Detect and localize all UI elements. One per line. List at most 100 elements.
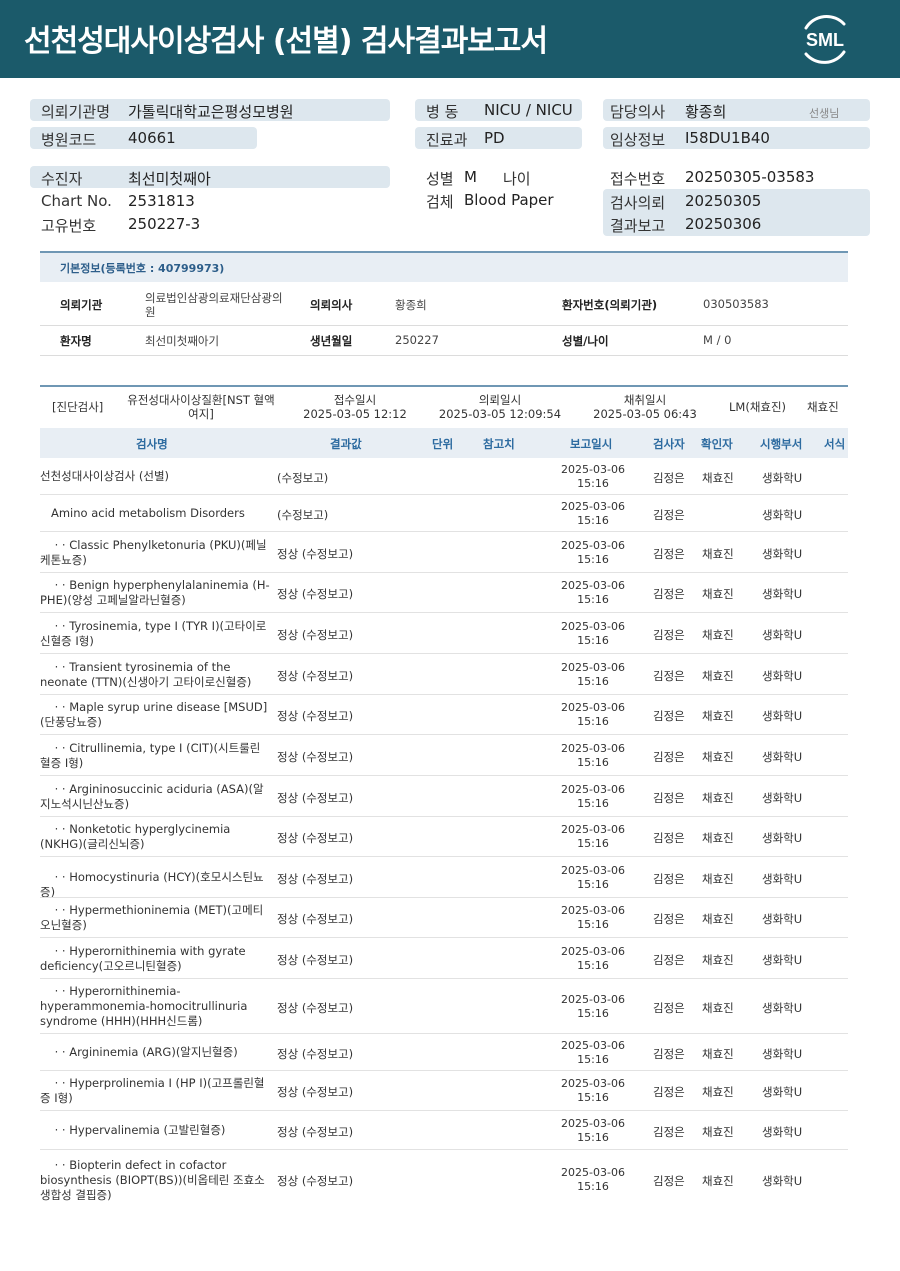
report-date: 2025-03-06 xyxy=(561,944,625,958)
test-result: 정상 (수정보고) xyxy=(277,831,354,845)
col-unit: 단위 xyxy=(432,437,454,451)
report-date: 2025-03-06 xyxy=(561,1166,625,1179)
tester: 김정은 xyxy=(653,709,685,723)
tester: 김정은 xyxy=(653,627,685,642)
dept: 생화학U xyxy=(762,1000,803,1015)
doctor-suffix: 선생님 xyxy=(809,107,840,120)
dept: 생화학U xyxy=(762,952,803,967)
test-name: 선천성대사이상검사 (선별) xyxy=(40,469,170,483)
confirmer: 채효진 xyxy=(702,790,734,805)
test-result: 정상 (수정보고) xyxy=(277,871,354,886)
dept: 생화학U xyxy=(762,668,803,683)
report-date: 2025-03-06 xyxy=(561,499,625,513)
tester: 김정은 xyxy=(653,1174,685,1188)
test-name: · · Hypermethioninemia (MET)(고메티오닌혈증) xyxy=(40,903,264,932)
specimen-value: Blood Paper xyxy=(464,191,554,209)
age-label: 나이 xyxy=(503,170,531,188)
tester: 김정은 xyxy=(653,831,685,845)
dept: 생화학U xyxy=(762,627,803,642)
col-reference: 참고치 xyxy=(483,437,515,451)
dept: 생화학U xyxy=(762,507,803,522)
report-time: 15:16 xyxy=(577,674,609,688)
exam-collect-label: 채취일시 xyxy=(623,393,667,407)
col-format: 서식 xyxy=(824,437,846,451)
report-time: 15:16 xyxy=(577,476,609,490)
row-divider xyxy=(40,937,848,938)
info-divider xyxy=(40,325,848,326)
tester: 김정은 xyxy=(653,587,685,601)
report-date: 2025-03-06 xyxy=(561,1038,625,1052)
info-sex-age-label: 성별/나이 xyxy=(562,334,609,348)
report-time: 15:16 xyxy=(577,1180,609,1193)
hospital-code-value: 40661 xyxy=(128,129,176,147)
test-result: 정상 (수정보고) xyxy=(277,749,354,764)
exam-disease-1: 유전성대사이상질환[NST 혈액 xyxy=(127,393,275,407)
report-time: 15:16 xyxy=(577,1052,609,1066)
col-report-date: 보고일시 xyxy=(570,437,613,451)
test-result: 정상 (수정보고) xyxy=(277,709,354,723)
confirmer: 채효진 xyxy=(702,668,734,683)
exam-collect-value: 2025-03-05 06:43 xyxy=(593,407,697,421)
report-date: 2025-03-06 xyxy=(561,701,625,714)
report-date: 2025-03-06 xyxy=(561,904,625,917)
receipt-label: 접수번호 xyxy=(610,170,666,188)
dept: 생화학U xyxy=(762,749,803,764)
report-time: 15:16 xyxy=(577,877,609,891)
report-header: 선천성대사이상검사 (선별) 검사결과보고서 SML xyxy=(0,0,900,78)
sex-value: M xyxy=(464,168,477,186)
row-divider xyxy=(40,897,848,898)
test-result: 정상 (수정보고) xyxy=(277,952,354,967)
dept: 생화학U xyxy=(762,1085,803,1099)
report-date: 2025-03-06 xyxy=(561,1077,625,1090)
test-result: 정상 (수정보고) xyxy=(277,546,354,561)
col-test-name: 검사명 xyxy=(136,437,168,451)
row-divider xyxy=(40,775,848,776)
row-divider xyxy=(40,856,848,857)
info-req-doc-label: 의뢰의사 xyxy=(310,298,353,312)
col-result: 결과값 xyxy=(330,437,362,451)
row-divider xyxy=(40,1149,848,1150)
test-result: (수정보고) xyxy=(277,507,329,522)
row-divider xyxy=(40,494,848,495)
tester: 김정은 xyxy=(653,507,685,522)
tester: 김정은 xyxy=(653,790,685,805)
tester: 김정은 xyxy=(653,749,685,764)
info-patient-no-label: 환자번호(의뢰기관) xyxy=(562,298,658,312)
report-time: 15:16 xyxy=(577,837,609,850)
exam-receipt-value: 2025-03-05 12:12 xyxy=(303,407,407,421)
test-name: · · Maple syrup urine disease [MSUD](단풍당… xyxy=(40,700,268,729)
report-date: 2025-03-06 xyxy=(561,992,625,1006)
info-req-doc-value: 황종희 xyxy=(395,298,427,312)
report-time: 15:16 xyxy=(577,958,609,972)
test-result: (수정보고) xyxy=(277,470,329,485)
info-patient-name-value: 최선미첫째아기 xyxy=(145,334,220,348)
basic-info-title: 기본정보(등록번호 : 40799973) xyxy=(60,262,225,275)
report-date: 2025-03-06 xyxy=(561,538,625,552)
exam-person: 채효진 xyxy=(807,400,839,414)
exam-lm: LM(채효진) xyxy=(729,400,787,414)
report-time: 15:16 xyxy=(577,552,609,566)
dept: 생화학U xyxy=(762,790,803,805)
confirmer: 채효진 xyxy=(702,749,734,764)
dept: 생화학U xyxy=(762,1124,803,1139)
report-date: 2025-03-06 xyxy=(561,462,625,476)
unique-value: 250227-3 xyxy=(128,215,201,233)
row-divider xyxy=(40,653,848,654)
confirmer: 채효진 xyxy=(702,627,734,642)
dept: 생화학U xyxy=(762,709,803,723)
confirmer: 채효진 xyxy=(702,952,734,967)
tester: 김정은 xyxy=(653,668,685,683)
test-name: · · Hypervalinemia (고발린혈증) xyxy=(40,1123,226,1137)
info-birth-value: 250227 xyxy=(395,333,439,347)
row-divider xyxy=(40,1033,848,1034)
dept: 생화학U xyxy=(762,546,803,561)
report-time: 15:16 xyxy=(577,1130,609,1144)
confirmer: 채효진 xyxy=(702,831,734,845)
tester: 김정은 xyxy=(653,912,685,926)
exam-request-value: 2025-03-05 12:09:54 xyxy=(438,407,562,421)
request-value: 20250305 xyxy=(685,192,762,210)
info-inst-value-2: 원 xyxy=(145,305,156,319)
tester: 김정은 xyxy=(653,470,685,485)
test-name: · · Transient tyrosinemia of the neonate… xyxy=(40,659,252,689)
clinical-value: I58DU1B40 xyxy=(685,129,770,147)
